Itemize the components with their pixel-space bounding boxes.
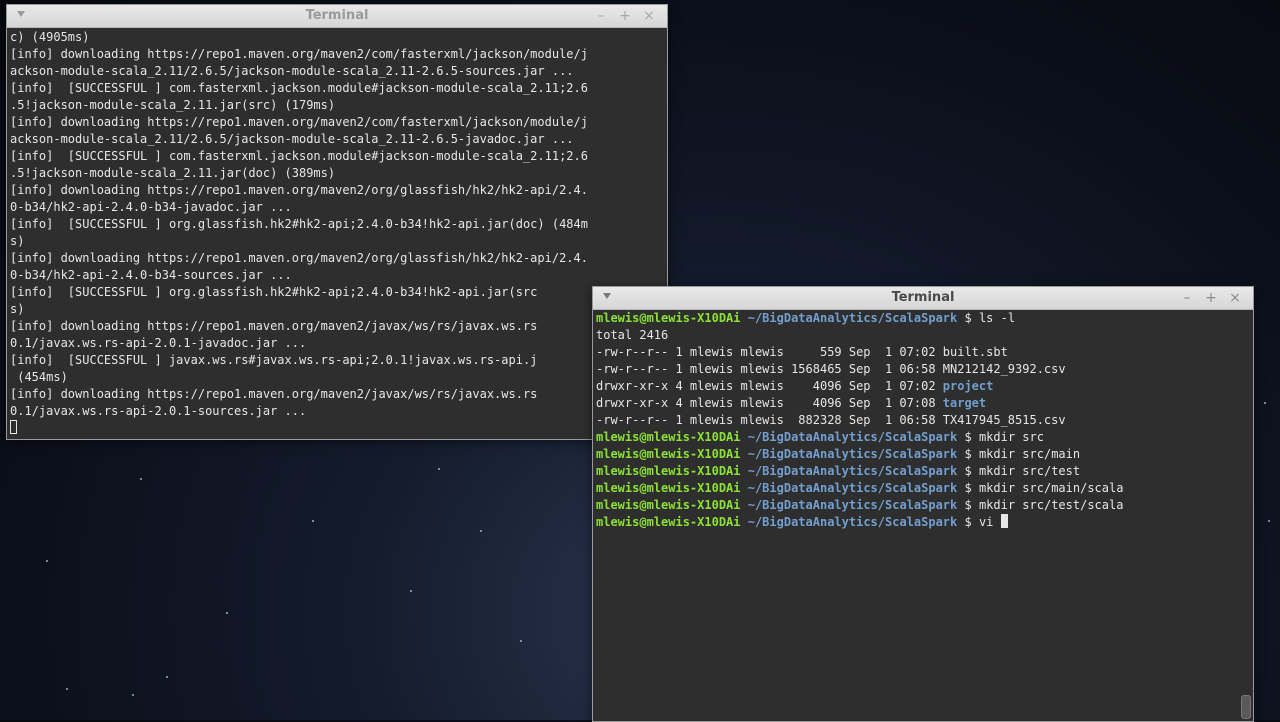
directory-name: project xyxy=(942,379,994,393)
command-text: mkdir src/main xyxy=(978,447,1081,461)
command-text: mkdir src/test xyxy=(978,464,1081,478)
file-name: built.sbt xyxy=(942,345,1008,359)
output-line: [info] downloading https://repo1.maven.o… xyxy=(10,47,588,61)
ls-total: total 2416 xyxy=(596,328,669,342)
prompt-user: mlewis@mlewis-X10DAi xyxy=(596,311,741,325)
output-line: 0.1/javax.ws.rs-api-2.0.1-sources.jar ..… xyxy=(10,404,307,418)
output-line: [info] downloading https://repo1.maven.o… xyxy=(10,387,538,401)
output-line: .5!jackson-module-scala_2.11.jar(src) (1… xyxy=(10,98,336,112)
prompt-line: mlewis@mlewis-X10DAi ~/BigDataAnalytics/… xyxy=(596,430,1044,444)
output-line: 0.1/javax.ws.rs-api-2.0.1-javadoc.jar ..… xyxy=(10,336,307,350)
output-line: [info] downloading https://repo1.maven.o… xyxy=(10,319,538,333)
prompt-line: mlewis@mlewis-X10DAi ~/BigDataAnalytics/… xyxy=(596,464,1081,478)
titlebar[interactable]: Terminal – + × xyxy=(593,287,1253,310)
command-text: mkdir src/main/scala xyxy=(978,481,1124,495)
terminal-window-back[interactable]: Terminal – + × c) (4905ms) [info] downloa… xyxy=(6,4,668,440)
prompt-path: ~/BigDataAnalytics/ScalaSpark xyxy=(747,311,958,325)
close-icon[interactable]: × xyxy=(639,5,659,27)
text-cursor xyxy=(10,420,17,434)
command-text: mkdir src xyxy=(978,430,1044,444)
output-line: [info] downloading https://repo1.maven.o… xyxy=(10,183,588,197)
ls-entry: drwxr-xr-x 4 mlewis mlewis 4096 Sep 1 07… xyxy=(596,379,994,393)
maximize-icon[interactable]: + xyxy=(1201,287,1221,309)
titlebar[interactable]: Terminal – + × xyxy=(7,5,667,28)
output-line: [info] [SUCCESSFUL ] com.fasterxml.jacks… xyxy=(10,149,588,163)
output-line: [info] downloading https://repo1.maven.o… xyxy=(10,115,588,129)
output-line: .5!jackson-module-scala_2.11.jar(doc) (3… xyxy=(10,166,336,180)
text-cursor xyxy=(1000,514,1008,528)
command-input[interactable]: vi xyxy=(979,515,1001,529)
window-title: Terminal xyxy=(305,8,369,23)
output-line: s) xyxy=(10,302,25,316)
output-line: 0-b34/hk2-api-2.4.0-b34-javadoc.jar ... xyxy=(10,200,292,214)
minimize-icon[interactable]: – xyxy=(591,5,611,27)
output-line: ackson-module-scala_2.11/2.6.5/jackson-m… xyxy=(10,64,574,78)
window-title: Terminal xyxy=(891,290,955,305)
output-line: [info] [SUCCESSFUL ] com.fasterxml.jacks… xyxy=(10,81,588,95)
scrollbar[interactable] xyxy=(1241,311,1251,719)
ls-entry: -rw-r--r-- 1 mlewis mlewis 559 Sep 1 07:… xyxy=(596,345,1008,359)
terminal-window-front[interactable]: Terminal – + × mlewis@mlewis-X10DAi ~/Bi… xyxy=(592,286,1254,722)
file-name: TX417945_8515.csv xyxy=(942,413,1066,427)
prompt-line-current[interactable]: mlewis@mlewis-X10DAi ~/BigDataAnalytics/… xyxy=(596,514,1239,531)
terminal-output[interactable]: mlewis@mlewis-X10DAi ~/BigDataAnalytics/… xyxy=(596,310,1239,721)
output-line: ackson-module-scala_2.11/2.6.5/jackson-m… xyxy=(10,132,574,146)
output-line: c) (4905ms) xyxy=(10,30,90,44)
terminal-output[interactable]: c) (4905ms) [info] downloading https://re… xyxy=(10,29,665,439)
scrollbar-thumb[interactable] xyxy=(1241,695,1251,719)
output-line: [info] [SUCCESSFUL ] org.glassfish.hk2#h… xyxy=(10,285,538,299)
output-line: (454ms) xyxy=(10,370,68,384)
cursor-line xyxy=(10,420,665,437)
prompt-symbol: $ xyxy=(964,311,972,325)
output-line: 0-b34/hk2-api-2.4.0-b34-sources.jar ... xyxy=(10,268,292,282)
command-text: ls -l xyxy=(978,311,1016,325)
command-text: mkdir src/test/scala xyxy=(978,498,1124,512)
prompt-line: mlewis@mlewis-X10DAi ~/BigDataAnalytics/… xyxy=(596,310,1239,327)
output-line: s) xyxy=(10,234,25,248)
ls-entry: -rw-r--r-- 1 mlewis mlewis 882328 Sep 1 … xyxy=(596,413,1066,427)
maximize-icon[interactable]: + xyxy=(615,5,635,27)
prompt-line: mlewis@mlewis-X10DAi ~/BigDataAnalytics/… xyxy=(596,481,1124,495)
output-line: [info] [SUCCESSFUL ] org.glassfish.hk2#h… xyxy=(10,217,588,231)
ls-entry: drwxr-xr-x 4 mlewis mlewis 4096 Sep 1 07… xyxy=(596,396,987,410)
output-line: [info] downloading https://repo1.maven.o… xyxy=(10,251,588,265)
output-line: [info] [SUCCESSFUL ] javax.ws.rs#javax.w… xyxy=(10,353,538,367)
file-name: MN212142_9392.csv xyxy=(942,362,1066,376)
ls-entry: -rw-r--r-- 1 mlewis mlewis 1568465 Sep 1… xyxy=(596,362,1066,376)
prompt-line: mlewis@mlewis-X10DAi ~/BigDataAnalytics/… xyxy=(596,498,1124,512)
close-icon[interactable]: × xyxy=(1225,287,1245,309)
minimize-icon[interactable]: – xyxy=(1177,287,1197,309)
directory-name: target xyxy=(942,396,987,410)
prompt-line: mlewis@mlewis-X10DAi ~/BigDataAnalytics/… xyxy=(596,447,1081,461)
